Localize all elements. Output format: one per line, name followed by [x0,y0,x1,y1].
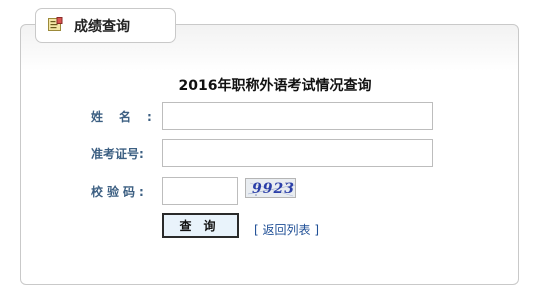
captcha-image[interactable]: 9923 [245,178,296,198]
form-heading: 2016年职称外语考试情况查询 [178,78,372,94]
name-input[interactable] [162,102,433,130]
exam-id-input[interactable] [162,139,433,167]
panel-tab: 成绩查询 [35,8,176,43]
tab-title: 成绩查询 [74,19,130,35]
report-card-icon [48,17,63,31]
bracket-open: [ [254,223,259,237]
back-to-list-link[interactable]: 返回列表 [263,223,311,237]
query-button[interactable]: 查询 [162,213,239,238]
back-to-list: [ 返回列表 ] [254,221,319,238]
name-label: 姓名: [91,108,152,125]
name-label-text: 姓名 [91,110,148,124]
name-label-colon: : [147,110,152,124]
verification-code-input[interactable] [162,177,238,205]
exam-id-label: 准考证号: [91,147,144,161]
bracket-close: ] [314,223,320,237]
captcha-text: 9923 [252,181,295,197]
verification-code-label: 校验码: [91,185,148,199]
